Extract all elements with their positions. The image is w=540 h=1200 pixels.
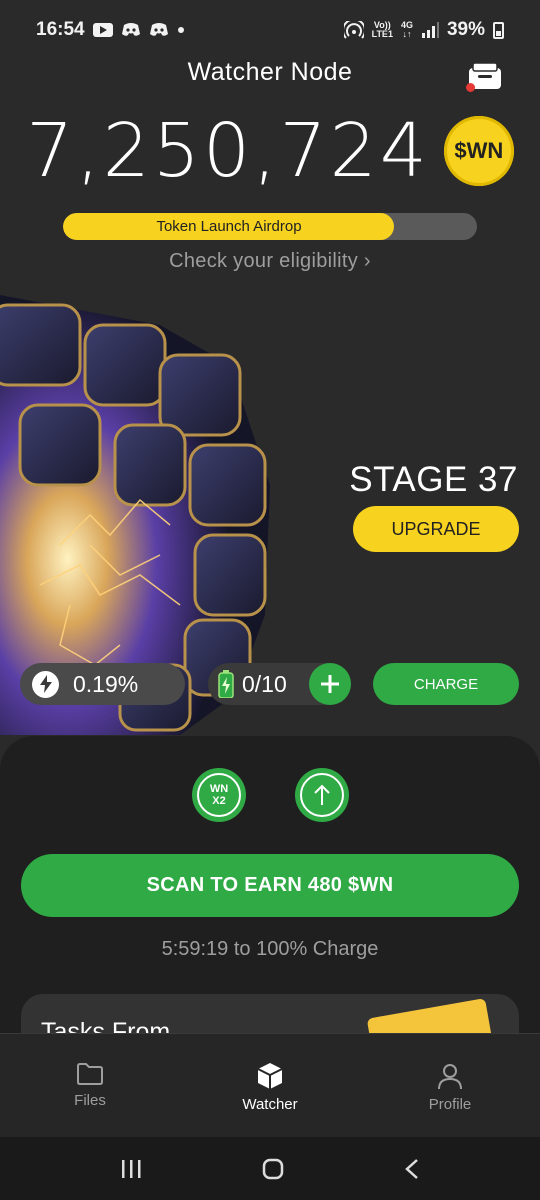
hotspot-icon xyxy=(343,21,364,39)
mining-rate-value: 0.19% xyxy=(73,670,139,697)
arrow-up-icon xyxy=(300,773,344,817)
bolt-icon xyxy=(32,670,59,698)
nav-label-files: Files xyxy=(74,1092,106,1109)
charge-timer: 5:59:19 to 100% Charge xyxy=(161,938,379,960)
data-indicator: 4G ↓↑ xyxy=(401,21,413,39)
recent-apps-icon[interactable] xyxy=(120,1159,142,1179)
nav-item-profile[interactable]: Profile xyxy=(360,1034,540,1137)
nav-item-watcher[interactable]: Watcher xyxy=(180,1034,360,1137)
multiplier-boost-button[interactable]: WN X2 xyxy=(192,768,246,822)
wn-coin-icon: $WN xyxy=(443,116,514,186)
clock: 16:54 xyxy=(36,19,85,40)
discord-icon xyxy=(149,22,169,38)
upgrade-button[interactable]: UPGRADE xyxy=(353,506,519,552)
status-right: Vo)) LTE1 4G ↓↑ 39% xyxy=(343,19,504,41)
nav-item-files[interactable]: Files xyxy=(0,1034,180,1137)
multiplier-badge: WN X2 xyxy=(197,773,241,817)
status-bar: 16:54 Vo)) LTE1 4G ↓↑ 39% xyxy=(0,0,540,60)
add-battery-button[interactable] xyxy=(309,663,351,705)
lte-label: LTE1 xyxy=(371,29,393,39)
system-nav-bar xyxy=(0,1137,540,1200)
youtube-icon xyxy=(92,23,113,37)
data-arrows-icon: ↓↑ xyxy=(402,29,412,39)
scan-to-earn-button[interactable]: SCAN TO EARN 480 $WN xyxy=(21,854,519,917)
discord-icon xyxy=(121,22,141,38)
mining-rate-pill: 0.19% xyxy=(20,663,185,705)
signal-icon xyxy=(421,22,439,38)
plus-icon xyxy=(321,675,339,693)
person-icon xyxy=(438,1064,462,1090)
notification-badge xyxy=(466,83,475,92)
volte-indicator: Vo)) LTE1 xyxy=(372,21,393,39)
bottom-nav: Files Watcher Profile xyxy=(0,1033,540,1137)
folder-icon xyxy=(77,1063,103,1085)
balance-value: 7,250,724 xyxy=(26,108,430,194)
status-left: 16:54 xyxy=(36,19,185,41)
cube-icon xyxy=(257,1063,283,1089)
airdrop-progress-label: Token Launch Airdrop xyxy=(156,218,302,235)
stage-label: STAGE 37 xyxy=(349,460,518,499)
home-icon[interactable] xyxy=(262,1158,284,1180)
speed-boost-button[interactable] xyxy=(295,768,349,822)
page-title: Watcher Node xyxy=(187,58,353,86)
battery-charge-icon xyxy=(218,670,234,698)
wallet-button[interactable] xyxy=(466,62,502,92)
battery-percent: 39% xyxy=(446,19,485,40)
battery-count-value: 0/10 xyxy=(242,670,287,697)
charge-button[interactable]: CHARGE xyxy=(373,663,519,705)
battery-icon xyxy=(493,21,504,39)
check-eligibility-link[interactable]: Check your eligibility › xyxy=(0,250,540,273)
balance-row: 7,250,724 $WN xyxy=(0,108,540,194)
nav-label-profile: Profile xyxy=(428,1096,472,1113)
multiplier-top-label: WN xyxy=(209,783,229,795)
back-icon[interactable] xyxy=(404,1158,420,1180)
notification-dot-icon xyxy=(177,26,185,34)
multiplier-bottom-label: X2 xyxy=(212,795,226,807)
nav-label-watcher: Watcher xyxy=(242,1096,298,1113)
battery-count-pill: 0/10 xyxy=(208,663,351,705)
